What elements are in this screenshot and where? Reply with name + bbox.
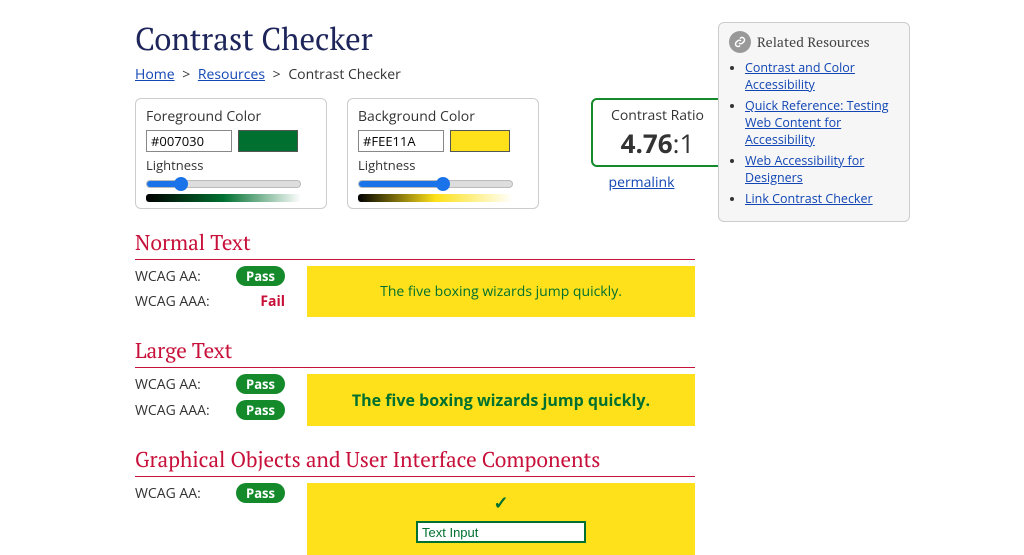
- ratio-value: 4.76:1: [611, 125, 704, 161]
- background-lightness-slider[interactable]: [358, 180, 513, 188]
- contrast-ratio-block: Contrast Ratio 4.76:1 permalink: [559, 98, 724, 192]
- large-sample: The five boxing wizards jump quickly.: [307, 374, 695, 426]
- background-swatch[interactable]: [450, 130, 510, 152]
- foreground-hex-input[interactable]: [146, 130, 232, 152]
- related-link-3[interactable]: Link Contrast Checker: [745, 190, 873, 207]
- large-text-heading: Large Text: [135, 337, 695, 368]
- breadcrumb-home[interactable]: Home: [135, 65, 175, 84]
- related-resources-panel: Related Resources Contrast and Color Acc…: [718, 22, 910, 222]
- related-link-2[interactable]: Web Accessibility for Designers: [745, 152, 864, 186]
- breadcrumb-resources[interactable]: Resources: [198, 65, 265, 84]
- background-hue-bar[interactable]: [358, 194, 513, 202]
- list-item: Quick Reference: Testing Web Content for…: [745, 97, 901, 148]
- list-item: Web Accessibility for Designers: [745, 152, 901, 186]
- normal-aa-result: Pass: [236, 266, 285, 286]
- foreground-lightness-slider[interactable]: [146, 180, 301, 188]
- background-lightness-label: Lightness: [358, 156, 528, 174]
- gui-heading: Graphical Objects and User Interface Com…: [135, 446, 695, 477]
- background-title: Background Color: [358, 107, 528, 126]
- related-link-1[interactable]: Quick Reference: Testing Web Content for…: [745, 97, 889, 148]
- large-aaa-result: Pass: [236, 400, 285, 420]
- foreground-hue-bar[interactable]: [146, 194, 301, 202]
- sample-text-input[interactable]: [416, 521, 586, 543]
- foreground-lightness-label: Lightness: [146, 156, 316, 174]
- permalink-link[interactable]: permalink: [609, 173, 675, 192]
- normal-aaa-result: Fail: [260, 292, 285, 311]
- background-hex-input[interactable]: [358, 130, 444, 152]
- large-aa-label: WCAG AA:: [135, 375, 201, 394]
- large-aa-result: Pass: [236, 374, 285, 394]
- large-aaa-label: WCAG AAA:: [135, 401, 210, 420]
- related-link-0[interactable]: Contrast and Color Accessibility: [745, 59, 855, 93]
- ratio-label: Contrast Ratio: [611, 106, 704, 125]
- gui-aa-label: WCAG AA:: [135, 484, 201, 503]
- checkmark-icon: ✓: [317, 491, 685, 515]
- related-heading: Related Resources: [757, 33, 870, 52]
- foreground-swatch[interactable]: [238, 130, 298, 152]
- gui-aa-result: Pass: [236, 483, 285, 503]
- list-item: Contrast and Color Accessibility: [745, 59, 901, 93]
- normal-sample: The five boxing wizards jump quickly.: [307, 266, 695, 317]
- breadcrumb-current: Contrast Checker: [288, 65, 401, 84]
- background-panel: Background Color Lightness: [347, 98, 539, 209]
- foreground-title: Foreground Color: [146, 107, 316, 126]
- list-item: Link Contrast Checker: [745, 190, 901, 207]
- foreground-panel: Foreground Color Lightness: [135, 98, 327, 209]
- normal-text-heading: Normal Text: [135, 229, 695, 260]
- gui-sample: ✓: [307, 483, 695, 555]
- normal-aa-label: WCAG AA:: [135, 267, 201, 286]
- link-icon: [729, 31, 751, 53]
- normal-aaa-label: WCAG AAA:: [135, 292, 210, 311]
